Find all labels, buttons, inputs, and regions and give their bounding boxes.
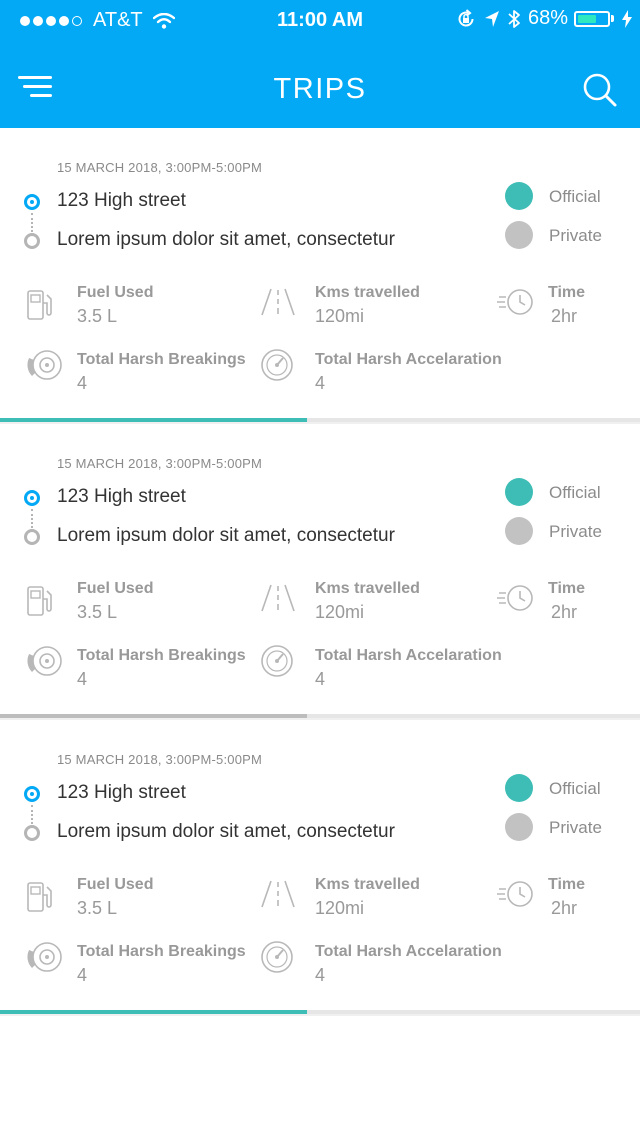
road-icon bbox=[261, 880, 295, 908]
official-toggle[interactable] bbox=[505, 182, 533, 210]
search-icon bbox=[583, 73, 617, 107]
road-icon bbox=[261, 584, 295, 612]
official-toggle[interactable] bbox=[505, 478, 533, 506]
status-bar-right: 68% bbox=[448, 7, 632, 30]
kms-travelled-value: 120mi bbox=[315, 898, 365, 918]
fuel-used-label: Fuel Used bbox=[77, 580, 154, 597]
route-start-icon bbox=[24, 786, 40, 802]
rotation-lock-icon bbox=[458, 8, 474, 26]
fuel-pump-icon bbox=[27, 290, 52, 320]
battery-icon-group bbox=[574, 10, 614, 27]
trip-card[interactable]: 15 MARCH 2018, 3:00PM-5:00PM 123 High st… bbox=[0, 424, 640, 720]
trip-origin: 123 High street bbox=[57, 190, 186, 211]
fuel-used-value: 3.5 L bbox=[77, 306, 118, 326]
kms-travelled-value: 120mi bbox=[315, 306, 365, 326]
private-toggle[interactable] bbox=[505, 517, 533, 545]
app-header: TRIPS bbox=[0, 40, 640, 128]
trip-origin: 123 High street bbox=[57, 782, 186, 803]
official-label[interactable]: Official bbox=[549, 779, 601, 799]
charging-bolt-icon bbox=[622, 9, 632, 28]
official-toggle[interactable] bbox=[505, 774, 533, 802]
route-connector bbox=[31, 509, 33, 528]
harsh-acceleration-value: 4 bbox=[315, 669, 326, 689]
harsh-acceleration-label: Total Harsh Accelaration bbox=[315, 647, 502, 664]
route-start-icon bbox=[24, 194, 40, 210]
time-label: Time bbox=[548, 876, 586, 893]
fast-clock-icon bbox=[497, 881, 533, 907]
time-value: 2hr bbox=[551, 306, 578, 326]
search-button[interactable] bbox=[582, 72, 618, 108]
fuel-used-value: 3.5 L bbox=[77, 602, 118, 622]
time-value: 2hr bbox=[551, 602, 578, 622]
route-connector bbox=[31, 213, 33, 232]
harsh-breakings-label: Total Harsh Breakings bbox=[77, 943, 246, 960]
kms-travelled-label: Kms travelled bbox=[315, 580, 420, 597]
trip-destination: Lorem ipsum dolor sit amet, consectetur bbox=[57, 821, 395, 842]
fuel-used-label: Fuel Used bbox=[77, 876, 154, 893]
trip-destination: Lorem ipsum dolor sit amet, consectetur bbox=[57, 229, 395, 250]
route-start-icon bbox=[24, 490, 40, 506]
page-title: TRIPS bbox=[273, 73, 367, 105]
battery-icon bbox=[574, 10, 610, 27]
official-label[interactable]: Official bbox=[549, 483, 601, 503]
trip-date: 15 MARCH 2018, 3:00PM-5:00PM bbox=[57, 456, 263, 471]
status-bar: AT&T 11:00 AM 68% bbox=[0, 0, 640, 40]
brake-disc-icon bbox=[27, 350, 62, 380]
route-end-icon bbox=[24, 825, 40, 841]
private-toggle[interactable] bbox=[505, 813, 533, 841]
fuel-pump-icon bbox=[27, 586, 52, 616]
harsh-acceleration-value: 4 bbox=[315, 373, 326, 393]
location-arrow-icon bbox=[484, 10, 499, 27]
time-label: Time bbox=[548, 580, 586, 597]
harsh-breakings-value: 4 bbox=[77, 965, 88, 985]
road-icon bbox=[261, 288, 295, 316]
speedometer-icon bbox=[261, 645, 293, 677]
private-label[interactable]: Private bbox=[549, 818, 602, 838]
fuel-used-label: Fuel Used bbox=[77, 284, 154, 301]
harsh-breakings-label: Total Harsh Breakings bbox=[77, 351, 246, 368]
speedometer-icon bbox=[261, 941, 293, 973]
harsh-breakings-value: 4 bbox=[77, 669, 88, 689]
battery-tip bbox=[611, 15, 614, 22]
harsh-acceleration-value: 4 bbox=[315, 965, 326, 985]
private-label[interactable]: Private bbox=[549, 226, 602, 246]
battery-level-fill bbox=[578, 14, 596, 23]
speedometer-icon bbox=[261, 349, 293, 381]
trip-list: 15 MARCH 2018, 3:00PM-5:00PM 123 High st… bbox=[0, 128, 640, 1016]
brake-disc-icon bbox=[27, 646, 62, 676]
fast-clock-icon bbox=[497, 289, 533, 315]
harsh-breakings-value: 4 bbox=[77, 373, 88, 393]
harsh-breakings-label: Total Harsh Breakings bbox=[77, 647, 246, 664]
kms-travelled-label: Kms travelled bbox=[315, 284, 420, 301]
harsh-acceleration-label: Total Harsh Accelaration bbox=[315, 351, 502, 368]
private-toggle[interactable] bbox=[505, 221, 533, 249]
trip-card[interactable]: 15 MARCH 2018, 3:00PM-5:00PM 123 High st… bbox=[0, 720, 640, 1016]
fuel-pump-icon bbox=[27, 882, 52, 912]
trip-date: 15 MARCH 2018, 3:00PM-5:00PM bbox=[57, 752, 263, 767]
fuel-used-value: 3.5 L bbox=[77, 898, 118, 918]
trip-destination: Lorem ipsum dolor sit amet, consectetur bbox=[57, 525, 395, 546]
kms-travelled-label: Kms travelled bbox=[315, 876, 420, 893]
private-label[interactable]: Private bbox=[549, 522, 602, 542]
route-end-icon bbox=[24, 529, 40, 545]
card-divider bbox=[0, 1014, 640, 1016]
trip-date: 15 MARCH 2018, 3:00PM-5:00PM bbox=[57, 160, 263, 175]
brake-disc-icon bbox=[27, 942, 62, 972]
time-label: Time bbox=[548, 284, 586, 301]
harsh-acceleration-label: Total Harsh Accelaration bbox=[315, 943, 502, 960]
trip-card[interactable]: 15 MARCH 2018, 3:00PM-5:00PM 123 High st… bbox=[0, 128, 640, 424]
route-end-icon bbox=[24, 233, 40, 249]
route-connector bbox=[31, 805, 33, 824]
official-label[interactable]: Official bbox=[549, 187, 601, 207]
bluetooth-icon bbox=[508, 9, 520, 28]
battery-percent: 68% bbox=[527, 7, 568, 29]
kms-travelled-value: 120mi bbox=[315, 602, 365, 622]
time-value: 2hr bbox=[551, 898, 578, 918]
fast-clock-icon bbox=[497, 585, 533, 611]
trip-origin: 123 High street bbox=[57, 486, 186, 507]
